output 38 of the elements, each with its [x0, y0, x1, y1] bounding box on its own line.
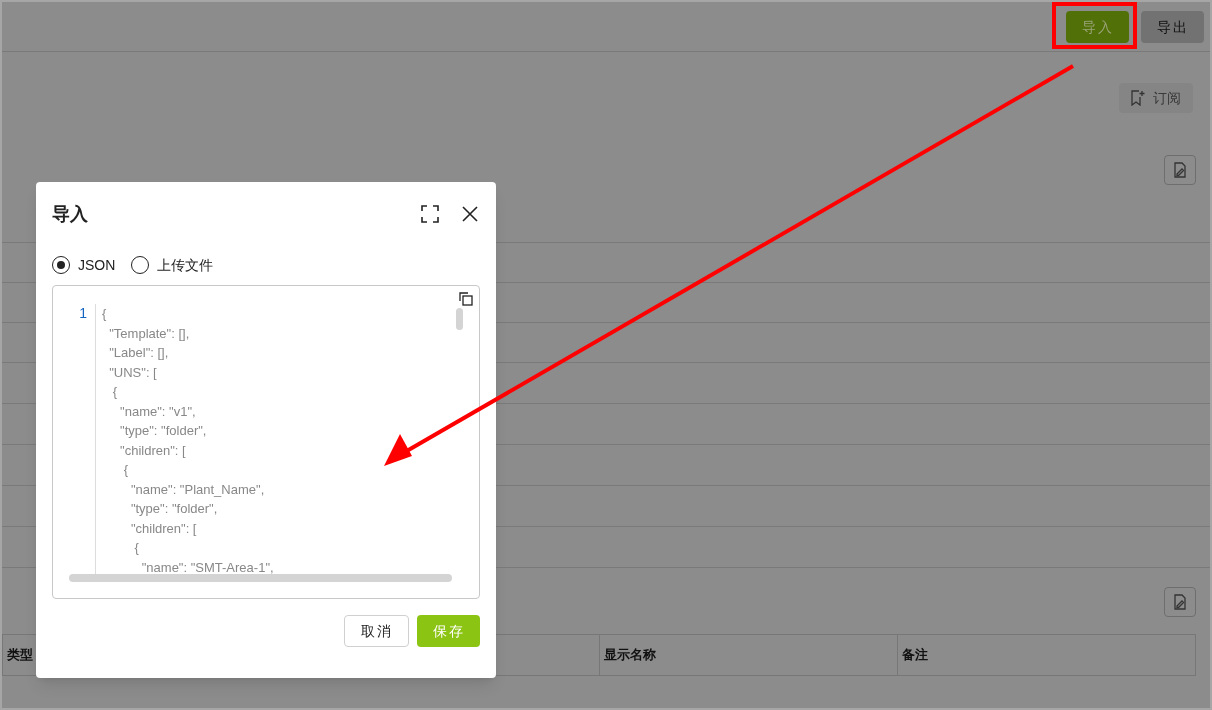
column-header: 备注 [902, 646, 928, 665]
line-number: 1 [78, 304, 87, 323]
subscribe-label: 订阅 [1153, 89, 1181, 108]
code-line: { [133, 539, 140, 557]
column-header: 类型 [7, 646, 33, 665]
export-button[interactable]: 导出 [1141, 10, 1204, 43]
cancel-button[interactable]: 取消 [344, 615, 410, 647]
edit-file-button[interactable] [1164, 587, 1196, 617]
code-line: "UNS": [ [108, 363, 158, 382]
close-button[interactable] [460, 204, 480, 224]
scrollbar-thumb[interactable] [69, 574, 452, 582]
code-line: "Label": [], [108, 344, 170, 362]
bookmark-add-icon [1131, 90, 1145, 106]
code-line: { [102, 305, 108, 323]
dialog-title: 导入 [52, 203, 89, 226]
code-line: "Template": [], [108, 324, 191, 343]
radio-option[interactable]: JSON [52, 255, 116, 275]
close-icon [462, 206, 478, 222]
code-line: "children": [ [119, 441, 187, 460]
copy-icon [459, 292, 473, 306]
column-header: 显示名称 [604, 646, 656, 665]
code-line: "children": [ [129, 519, 198, 538]
code-line: "name": "SMT-Area-1", [140, 558, 274, 574]
subscribe-button[interactable]: 订阅 [1119, 83, 1193, 113]
code-line: "type": "folder", [129, 500, 219, 518]
file-edit-icon [1173, 594, 1187, 610]
code-line: "name": "v1", [119, 402, 197, 421]
code-line: "type": "folder", [119, 422, 208, 440]
radio-option[interactable]: 上传文件 [131, 255, 214, 275]
file-edit-icon [1173, 162, 1187, 178]
code-line: "name": "Plant_Name", [129, 480, 266, 499]
edit-file-button[interactable] [1164, 155, 1196, 185]
scrollbar-thumb[interactable] [456, 308, 463, 330]
code-editor[interactable]: 1 { "Template": [], "Label": [], "UNS": [ { "name": "v1", "type": "folder", "children": [ { "name": "Plant_Name", "type": "folder", "children": [ { "name": "SMT-Area-1", [52, 285, 480, 599]
fullscreen-icon [421, 205, 439, 223]
code-line: { [111, 383, 119, 401]
fullscreen-button[interactable] [420, 204, 440, 224]
code-line: { [122, 461, 129, 479]
